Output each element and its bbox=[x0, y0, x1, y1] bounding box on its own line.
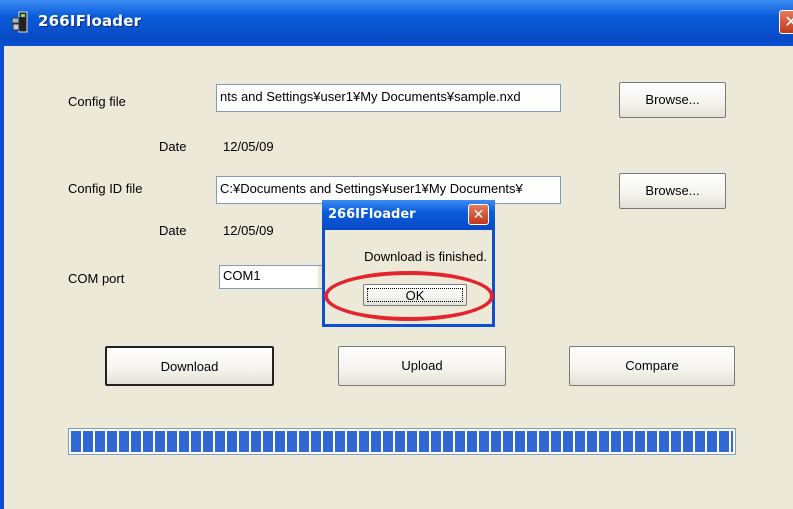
dialog-title: 266IFloader bbox=[328, 207, 416, 222]
config-file-browse-button[interactable]: Browse... bbox=[619, 82, 726, 118]
window-title: 266IFloader bbox=[38, 12, 142, 30]
close-icon: ✕ bbox=[784, 12, 793, 31]
config-id-file-label: Config ID file bbox=[68, 181, 143, 196]
config-date-value: 12/05/09 bbox=[223, 139, 274, 154]
compare-button-label: Compare bbox=[625, 358, 679, 373]
dialog-message: Download is finished. bbox=[364, 249, 487, 264]
title-bar[interactable]: 266IFloader ✕ bbox=[0, 0, 793, 46]
progress-fill bbox=[71, 431, 733, 452]
dialog-close-button[interactable]: ✕ bbox=[468, 204, 489, 225]
progress-bar bbox=[68, 428, 736, 455]
window-close-button[interactable]: ✕ bbox=[779, 10, 793, 34]
main-window: 266IFloader ✕ Config file nts and Settin… bbox=[0, 0, 793, 509]
download-button-label: Download bbox=[160, 359, 219, 374]
browse-button-label: Browse... bbox=[645, 183, 700, 198]
com-port-value: COM1 bbox=[223, 268, 261, 283]
app-icon bbox=[11, 11, 28, 33]
ok-button-label: OK bbox=[367, 288, 463, 303]
config-file-label: Config file bbox=[68, 94, 126, 109]
com-port-label: COM port bbox=[68, 271, 125, 286]
message-dialog: 266IFloader ✕ Download is finished. OK bbox=[322, 200, 495, 327]
ok-button[interactable]: OK bbox=[363, 284, 467, 306]
close-icon: ✕ bbox=[472, 207, 485, 223]
dialog-title-bar[interactable]: 266IFloader ✕ bbox=[322, 200, 495, 230]
upload-button[interactable]: Upload bbox=[338, 346, 506, 386]
id-date-label: Date bbox=[159, 223, 187, 238]
download-button[interactable]: Download bbox=[105, 346, 274, 386]
upload-button-label: Upload bbox=[401, 358, 443, 373]
compare-button[interactable]: Compare bbox=[569, 346, 735, 386]
com-port-select[interactable]: COM1 ▼ bbox=[219, 265, 337, 289]
config-date-label: Date bbox=[159, 139, 187, 154]
config-file-input[interactable]: nts and Settings¥user1¥My Documents¥samp… bbox=[216, 84, 561, 112]
id-date-value: 12/05/09 bbox=[223, 223, 274, 238]
browse-button-label: Browse... bbox=[645, 92, 700, 107]
config-id-file-browse-button[interactable]: Browse... bbox=[619, 173, 726, 209]
